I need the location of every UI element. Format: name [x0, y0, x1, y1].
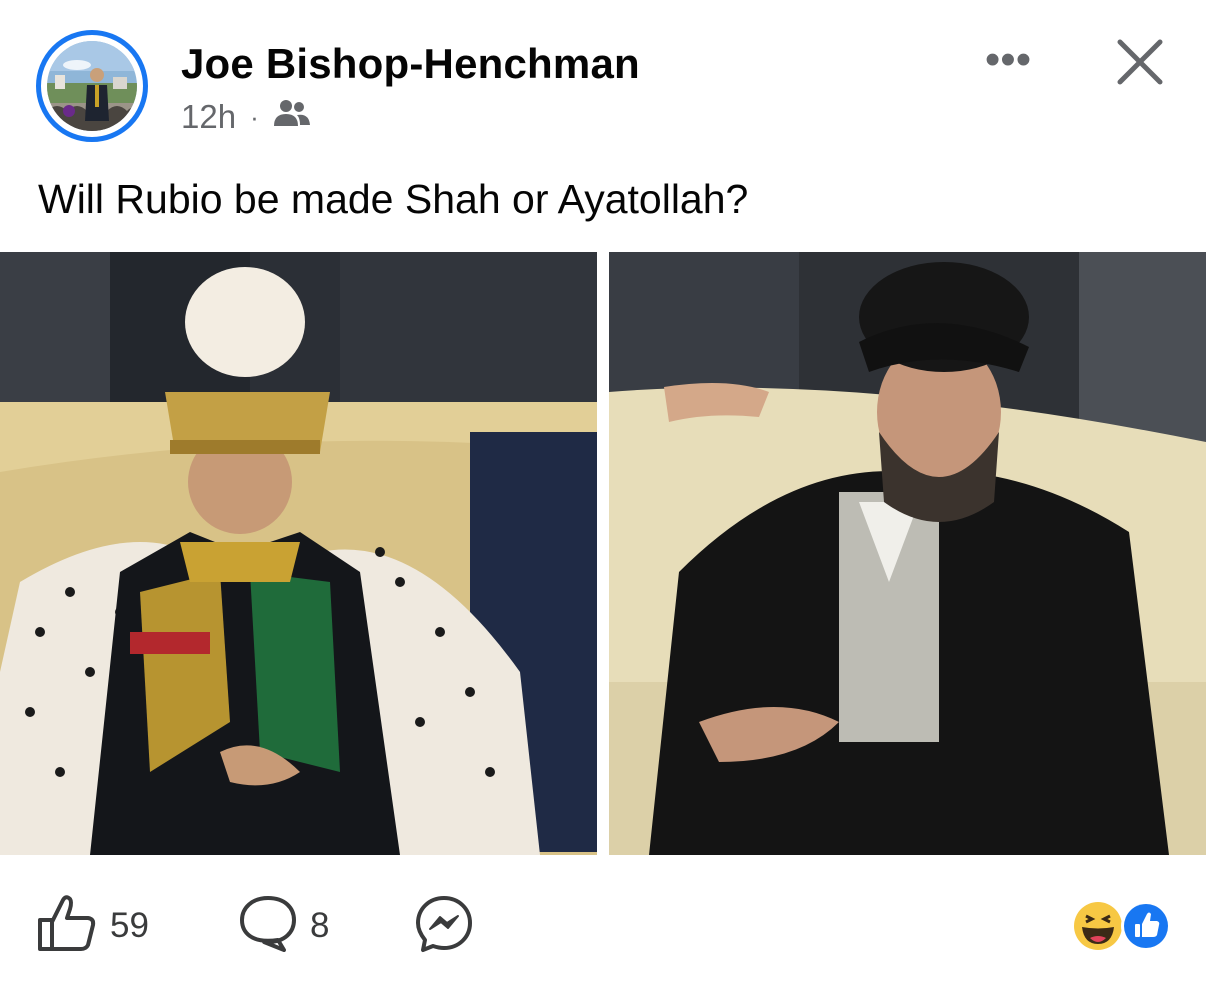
comment-count: 8: [310, 905, 330, 945]
haha-reaction-icon: [1074, 902, 1122, 950]
friends-icon: [273, 98, 311, 136]
close-icon[interactable]: [1110, 32, 1170, 92]
timestamp[interactable]: 12h: [181, 98, 236, 136]
photo-right[interactable]: [609, 252, 1206, 855]
post-footer: 59 8: [0, 880, 1206, 980]
profile-photo: [47, 41, 137, 131]
messenger-icon: [414, 894, 474, 959]
share-button[interactable]: [414, 894, 474, 959]
more-options-icon[interactable]: •••: [978, 38, 1038, 82]
photo-left[interactable]: [0, 252, 597, 855]
post-text: Will Rubio be made Shah or Ayatollah?: [38, 176, 749, 222]
meta-separator: ·: [250, 101, 259, 132]
comment-button[interactable]: 8: [238, 894, 329, 957]
post-meta: 12h ·: [181, 98, 311, 136]
author-name[interactable]: Joe Bishop-Henchman: [181, 40, 640, 88]
avatar[interactable]: [36, 30, 148, 142]
reaction-summary[interactable]: [1072, 900, 1172, 952]
like-reaction-icon: [1121, 901, 1171, 951]
thumbs-up-icon: [36, 894, 98, 957]
like-count: 59: [110, 905, 149, 945]
like-button[interactable]: 59: [36, 894, 149, 957]
post-header: Joe Bishop-Henchman 12h · •••: [0, 0, 1206, 160]
comment-icon: [238, 894, 298, 957]
